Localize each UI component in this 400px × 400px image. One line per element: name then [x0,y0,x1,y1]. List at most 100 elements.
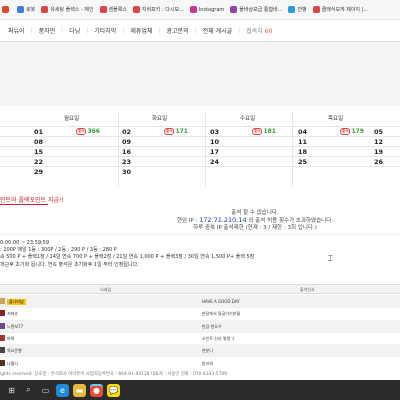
calendar-day[interactable]: 08 [34,138,43,146]
calendar-day[interactable]: 09 [122,138,131,146]
list-row: 플나티넘 HAVE A GOOD DAY [0,295,400,308]
list-row: 목요문행 한분나 [0,344,400,358]
avatar-icon [0,347,5,354]
explorer-icon[interactable]: ▬ [73,383,86,397]
calendar-divider [292,112,293,186]
bookmark-item[interactable]: 플바상보급 통합바... [230,6,282,13]
bookmark-item[interactable]: 잔뱅 [288,6,307,13]
attendance-badge: 출석 [340,128,351,135]
search-icon[interactable]: ⌕ [22,384,35,397]
nickname[interactable]: 느렌보77 [7,324,23,330]
bookmark-item[interactable]: 유세팅 폴렉스 - 체인 [41,6,94,13]
bookmark-item[interactable]: 로봇 [17,6,35,13]
greeting-message: HAVE A GOOD DAY [202,299,240,304]
online-counter[interactable]: 접속자 60 [240,26,278,35]
bookmark-label: 잔뱅 [297,7,307,13]
nav-item[interactable]: 퍼뉴어 [2,26,31,35]
weekday-label: 월요일 [64,116,80,122]
nav-item[interactable]: 기타자막 [88,26,122,35]
rule-line: 속 500 P + 플렉1장 / 14일 연속 700 P + 플렉2장 / 2… [0,254,255,261]
bookmark-icon [312,6,320,13]
calendar-day[interactable]: 01 [34,128,43,136]
calendar-divider [205,112,206,186]
task-view-icon[interactable]: ▭ [39,384,52,397]
nickname[interactable]: 파며 [7,336,14,342]
greeting-message: 방라워 [202,360,214,366]
avatar-icon [0,322,5,329]
bookmarks-bar: 로봇 유세팅 폴렉스 - 체인 센플룩스 지비포키 : 다시보... Instagram… [0,0,400,20]
bookmark-label: 유세팅 폴렉스 - 체인 [50,7,94,13]
calendar-day[interactable]: 25 [298,158,307,166]
list-row: 지테슈 한달에서 팡글이기분월 [0,307,400,320]
nav-item[interactable]: 광고문의 [161,26,195,35]
nickname[interactable]: 플나티넘 [7,299,26,305]
bookmark-icon [17,6,24,13]
attendance-number: 179 [351,128,364,135]
calendar-day[interactable]: 23 [122,158,131,166]
bookmark-item[interactable]: 지비포키 : 다시보... [132,6,184,13]
attendance-badge: 출석 [252,128,263,135]
chrome-icon[interactable]: ● [90,383,103,397]
attendance-badge: 출석 [164,128,175,135]
calendar-day[interactable]: 30 [122,168,131,176]
calendar-day[interactable]: 03 [210,128,219,136]
bookmark-icon [2,6,9,13]
greeting-message: 한달에서 팡글이기분월 [202,311,241,317]
ip-address: 172.71.210.14 [199,216,247,224]
calendar-divider [118,112,119,186]
calendar-week-row: 01 출석 366 02 출석 171 03 출석 181 04 출석 179 05 [0,126,400,136]
calendar-day[interactable]: 17 [210,148,219,156]
attendance-count: 출석 171 [164,128,188,135]
calendar-day[interactable]: 29 [34,168,43,176]
nav-item[interactable]: 제휴업체 [124,26,158,35]
calendar-week-row: 29 30 [0,166,400,176]
attendance-number: 181 [263,128,276,135]
calendar-day[interactable]: 05 [374,128,383,136]
greeting-message: 한분나 [202,348,214,354]
list-header: 닉네임 출석인사 [0,284,400,294]
calendar-day[interactable]: 22 [34,158,43,166]
nav-item[interactable]: 풍자먼 [33,26,62,35]
calendar-day[interactable]: 12 [374,138,383,146]
weekday-label: 목요일 [328,116,344,122]
calendar-day[interactable]: 26 [374,158,383,166]
calendar-day[interactable]: 15 [34,148,43,156]
calendar-day[interactable]: 16 [122,148,131,156]
edge-icon[interactable]: e [56,383,69,397]
nickname[interactable]: 나뭘디 [7,361,18,367]
calendar-day[interactable]: 24 [210,158,219,166]
bookmark-item[interactable]: 클래식보게 제이지 |... [312,6,368,13]
avatar-icon [0,334,5,341]
bookmark-label: Instagram [198,6,225,13]
windows-taskbar: ⊞ ⌕ ▭ e ▬ ● 💬 [0,380,400,400]
bookmark-icon [41,6,49,13]
footer: ights reserved. 상호명 : 주식회사 아이퓨어 사업자등록번호 … [0,369,400,380]
nav-item[interactable]: 전체 게시글 [197,26,239,35]
attendance-number: 366 [87,128,100,135]
list-row: 느렌보77 반감 반오우 [0,319,400,333]
calendar-day[interactable]: 19 [374,148,383,156]
windows-start-icon[interactable]: ⊞ [5,384,18,397]
nickname[interactable]: 지테슈 [7,311,18,317]
attendance-number: 171 [175,128,188,135]
greeting-message: 반감 반오우 [202,323,222,329]
attendance-count: 출석 366 [76,128,100,135]
calendar-day[interactable]: 04 [298,128,307,136]
calendar-day[interactable]: 02 [122,128,131,136]
bookmark-icon [132,6,140,13]
nav-item[interactable]: 다닝 [63,26,86,35]
bookmark-item[interactable]: Instagram [189,6,225,13]
avatar-icon [0,298,5,304]
bookmark-item[interactable] [2,6,11,13]
calendar-day[interactable]: 10 [210,138,219,146]
notice-line2: 현임 IP : 172.71.210.14 의 출석 허용 횟수가 초과하였습니… [176,216,334,225]
point-link[interactable]: 인트와 플렉포인트 지급!! [0,195,64,204]
kakaotalk-icon[interactable]: 💬 [107,383,120,397]
attendance-count: 출석 179 [340,128,364,135]
calendar-day[interactable]: 11 [298,138,307,146]
bookmark-item[interactable]: 센플룩스 [99,6,127,13]
calendar-day[interactable]: 18 [298,148,307,156]
bookmark-icon [99,6,107,13]
nickname[interactable]: 목요문행 [7,348,22,354]
attendance-badge: 출석 [76,128,87,135]
